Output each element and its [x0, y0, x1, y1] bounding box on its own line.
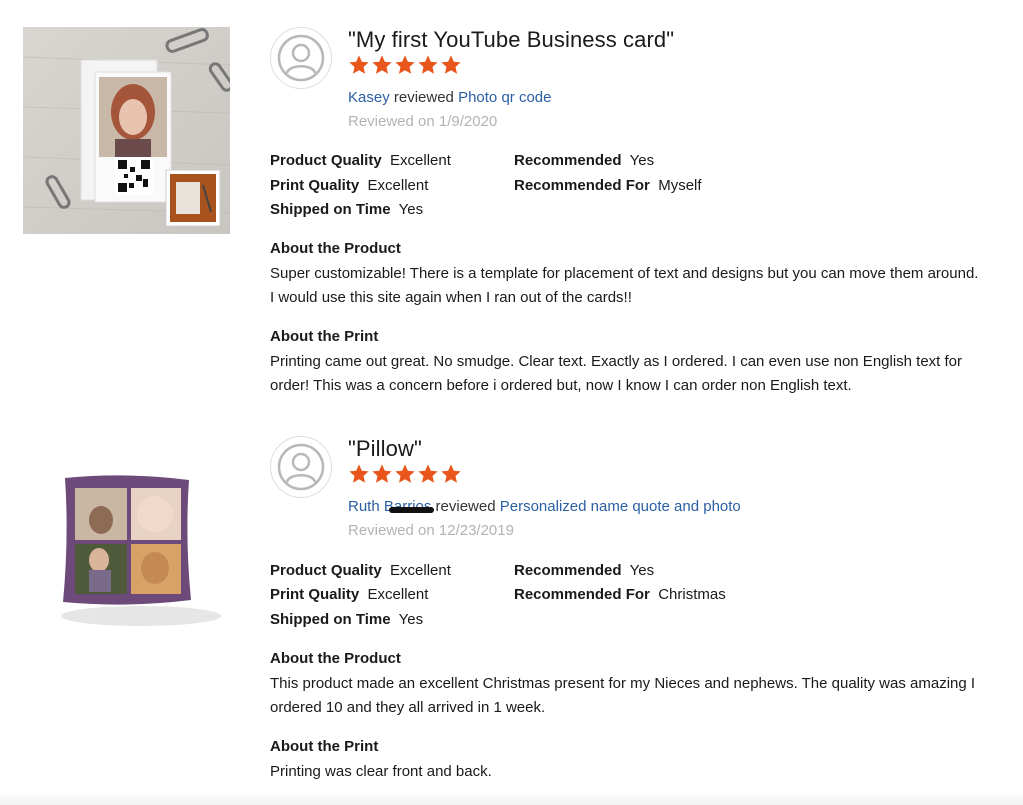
user-avatar-icon — [277, 34, 325, 82]
attr-product-quality: Product Quality Excellent — [270, 562, 451, 579]
star-icon — [372, 55, 392, 74]
star-icon — [441, 464, 461, 483]
product-link[interactable]: Personalized name quote and photo — [500, 498, 741, 515]
about-product-text: Super customizable! There is a template … — [270, 265, 979, 306]
review-title: "Pillow" — [348, 436, 422, 461]
attr-value: Yes — [629, 562, 655, 579]
attr-recommended: Recommended Yes — [514, 152, 654, 169]
attr-label: Recommended For — [514, 586, 650, 603]
attr-shipped-on-time: Shipped on Time Yes — [270, 611, 423, 628]
about-product-text: This product made an excellent Christmas… — [270, 675, 976, 716]
about-print-heading: About the Print — [270, 328, 379, 345]
reviewer-avatar — [270, 436, 332, 498]
product-thumbnail-pillow[interactable] — [23, 436, 230, 643]
page-bottom-fade — [0, 792, 1023, 805]
reviewed-word: reviewed — [435, 498, 496, 515]
star-icon — [349, 55, 369, 74]
review-title: "My first YouTube Business card" — [348, 27, 675, 52]
about-print-heading: About the Print — [270, 738, 379, 755]
attr-label: Recommended — [514, 562, 622, 579]
star-icon — [349, 464, 369, 483]
review-date: Reviewed on 1/9/2020 — [348, 113, 498, 130]
product-thumbnail-business-card[interactable] — [23, 27, 230, 234]
attr-label: Shipped on Time — [270, 201, 391, 218]
attr-print-quality: Print Quality Excellent — [270, 177, 428, 194]
attr-label: Shipped on Time — [270, 611, 391, 628]
attr-value: Yes — [398, 201, 424, 218]
about-print-text: Printing was clear front and back. — [270, 763, 492, 780]
about-product-heading: About the Product — [270, 650, 401, 667]
reviewer-name-link[interactable]: Kasey — [348, 89, 390, 106]
attr-value: Excellent — [390, 152, 451, 169]
redaction-mark — [389, 507, 434, 513]
attr-label: Product Quality — [270, 152, 382, 169]
attr-value: Yes — [629, 152, 655, 169]
product-link[interactable]: Photo qr code — [458, 89, 551, 106]
attr-label: Print Quality — [270, 586, 360, 603]
review-date: Reviewed on 12/23/2019 — [348, 522, 514, 539]
attr-recommended-for: Recommended For Myself — [514, 177, 702, 194]
attr-value: Excellent — [390, 562, 451, 579]
attr-label: Product Quality — [270, 562, 382, 579]
attr-shipped-on-time: Shipped on Time Yes — [270, 201, 423, 218]
star-icon — [418, 464, 438, 483]
star-rating — [348, 463, 462, 485]
about-print-text: Printing came out great. No smudge. Clea… — [270, 353, 963, 394]
star-icon — [372, 464, 392, 483]
attr-label: Recommended — [514, 152, 622, 169]
attr-label: Recommended For — [514, 177, 650, 194]
attr-recommended-for: Recommended For Christmas — [514, 586, 726, 603]
reviewer-avatar — [270, 27, 332, 89]
star-icon — [441, 55, 461, 74]
attr-value: Excellent — [367, 586, 429, 603]
attr-product-quality: Product Quality Excellent — [270, 152, 451, 169]
star-icon — [395, 464, 415, 483]
attr-value: Christmas — [658, 586, 726, 603]
attr-recommended: Recommended Yes — [514, 562, 654, 579]
user-avatar-icon — [277, 443, 325, 491]
attr-value: Myself — [658, 177, 702, 194]
star-icon — [395, 55, 415, 74]
review-byline: Kasey reviewed Photo qr code — [348, 89, 551, 106]
attr-print-quality: Print Quality Excellent — [270, 586, 428, 603]
attr-value: Excellent — [367, 177, 429, 194]
about-product-heading: About the Product — [270, 240, 401, 257]
attr-value: Yes — [398, 611, 424, 628]
star-rating — [348, 54, 462, 76]
attr-label: Print Quality — [270, 177, 360, 194]
reviewed-word: reviewed — [393, 89, 454, 106]
star-icon — [418, 55, 438, 74]
